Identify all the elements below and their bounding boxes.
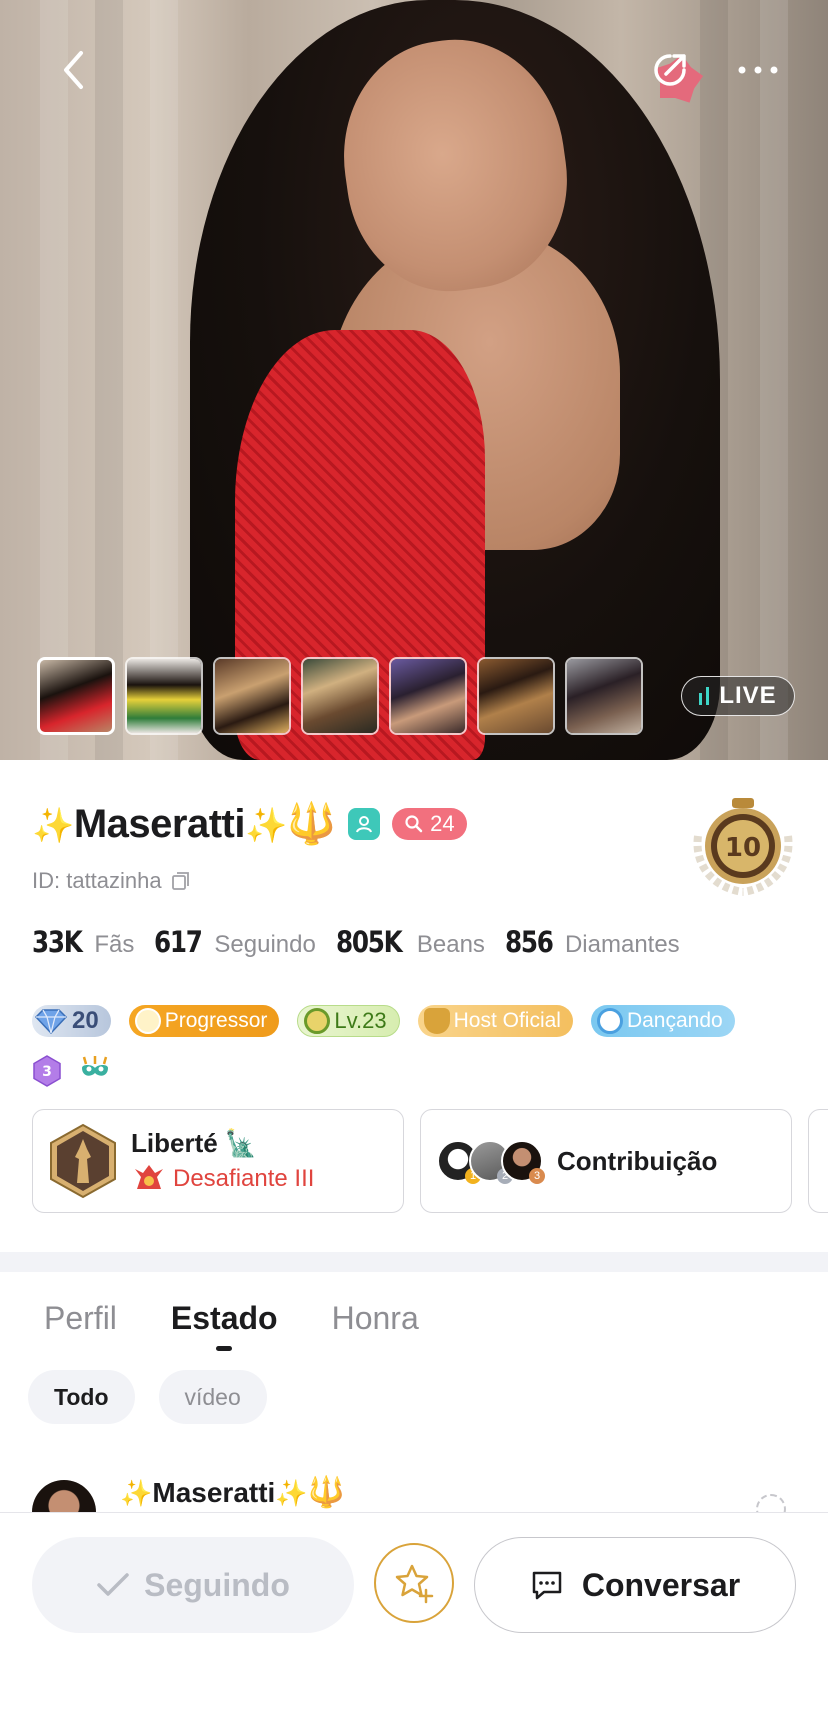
live-button[interactable]: LIVE — [681, 676, 795, 716]
liberte-card[interactable]: Liberté 🗽 Desafiante III — [32, 1109, 404, 1213]
stats-row: 33K Fãs 617 Seguindo 805K Beans 856 Diamante… — [32, 925, 688, 959]
svg-text:10: 10 — [725, 833, 761, 863]
top-contributors: 1 2 3 — [437, 1140, 545, 1184]
tab-estado[interactable]: Estado — [171, 1300, 278, 1351]
fans-count[interactable]: 33K — [32, 925, 83, 959]
chat-button[interactable]: Conversar — [474, 1537, 796, 1633]
post-author: ✨Maseratti✨🔱 — [120, 1475, 346, 1509]
feature-cards: Liberté 🗽 Desafiante III 1 2 3 Contribui… — [32, 1109, 828, 1213]
verified-user-icon[interactable] — [348, 807, 381, 840]
diamonds-count: 856 — [504, 925, 554, 959]
add-favorite-button[interactable] — [374, 1543, 454, 1623]
extra-badges-row: 3 — [32, 1055, 112, 1087]
copy-icon[interactable] — [170, 870, 192, 892]
more-button[interactable] — [728, 40, 788, 100]
live-bars-icon — [699, 687, 710, 705]
photo-thumbnail[interactable] — [477, 657, 555, 735]
contributor-avatar: 3 — [501, 1140, 545, 1184]
official-host-badge[interactable]: Host Oficial — [417, 1005, 573, 1037]
star-plus-icon — [395, 1564, 434, 1604]
beans-count: 805K — [335, 925, 403, 959]
contribution-title: Contribuição — [557, 1145, 718, 1176]
photo-thumbnail[interactable] — [213, 657, 291, 735]
liberte-subtitle: Desafiante III — [131, 1163, 314, 1195]
photo-thumbnail[interactable] — [125, 657, 203, 735]
beans-label: Beans — [416, 931, 485, 958]
profile-tabs: Perfil Estado Honra — [44, 1300, 419, 1351]
name-row: ✨Maseratti✨🔱 24 — [32, 800, 467, 847]
sparkle-icon: ✨ — [275, 1477, 308, 1508]
back-button[interactable] — [44, 40, 104, 100]
photo-thumbnail[interactable] — [565, 657, 643, 735]
photo-thumbnail[interactable] — [301, 657, 379, 735]
level-badge[interactable]: Lv.23 — [297, 1005, 400, 1037]
profile-name: ✨Maseratti✨🔱 — [32, 802, 337, 846]
diamond-level-badge[interactable]: 20 — [32, 1005, 111, 1037]
more-icon — [738, 66, 778, 74]
svg-text:3: 3 — [42, 1064, 52, 1080]
sparkle-icon: ✨ — [32, 807, 74, 845]
tab-perfil[interactable]: Perfil — [44, 1300, 117, 1351]
share-icon — [654, 54, 686, 86]
filter-todo[interactable]: Todo — [28, 1370, 135, 1424]
photo-thumbnails — [37, 657, 643, 735]
following-count[interactable]: 617 — [154, 925, 203, 959]
tier-hexagon-icon[interactable]: 3 — [32, 1055, 62, 1087]
trophy-icon — [423, 1008, 450, 1034]
badges-row: 20 Progressor Lv.23 Host Oficial Dançand… — [32, 1005, 735, 1037]
dancing-badge[interactable]: Dançando — [590, 1005, 735, 1037]
share-button[interactable] — [640, 40, 700, 100]
checkmark-icon — [97, 1573, 129, 1596]
content-filters: Todo vídeo — [28, 1370, 267, 1424]
challenger-rank-icon — [135, 1164, 163, 1189]
carnival-mask-icon[interactable] — [78, 1056, 112, 1086]
statue-of-liberty-icon: 🗽 — [224, 1127, 258, 1158]
following-button[interactable]: Seguindo — [32, 1537, 354, 1633]
trident-icon: 🔱 — [286, 802, 337, 846]
chat-bubble-icon — [532, 1571, 562, 1600]
diamond-icon — [34, 1009, 68, 1034]
live-label: LIVE — [719, 682, 777, 709]
diamonds-label: Diamantes — [564, 931, 680, 958]
user-id: ID: tattazinha — [32, 868, 162, 893]
fan-club-badge[interactable]: 24 — [392, 807, 467, 840]
user-id-row: ID: tattazinha — [32, 868, 192, 894]
sparkle-icon: ✨ — [120, 1477, 153, 1508]
profile-photo[interactable]: LIVE — [0, 0, 828, 760]
chevron-left-icon — [64, 51, 83, 89]
fans-label[interactable]: Fãs — [94, 931, 134, 959]
plane-icon — [596, 1008, 623, 1034]
photo-thumbnail[interactable] — [389, 657, 467, 735]
sparkle-icon: ✨ — [244, 807, 287, 845]
next-card[interactable] — [808, 1109, 828, 1213]
progressor-badge[interactable]: Progressor — [128, 1005, 280, 1037]
section-divider — [0, 1252, 828, 1272]
hexagon-level-icon — [304, 1008, 331, 1034]
contribution-card[interactable]: 1 2 3 Contribuição — [420, 1109, 792, 1213]
trident-icon: 🔱 — [307, 1475, 346, 1509]
tab-honra[interactable]: Honra — [332, 1300, 419, 1351]
anniversary-medal-icon[interactable]: 10 — [684, 796, 802, 896]
following-label[interactable]: Seguindo — [214, 931, 315, 959]
progressor-icon — [134, 1008, 161, 1034]
filter-video[interactable]: vídeo — [158, 1370, 267, 1424]
liberte-badge-icon — [50, 1123, 116, 1199]
bottom-action-bar: Seguindo Conversar — [0, 1512, 828, 1723]
photo-thumbnail[interactable] — [37, 657, 115, 735]
search-heart-icon — [405, 814, 423, 832]
liberte-title: Liberté 🗽 — [131, 1127, 258, 1158]
